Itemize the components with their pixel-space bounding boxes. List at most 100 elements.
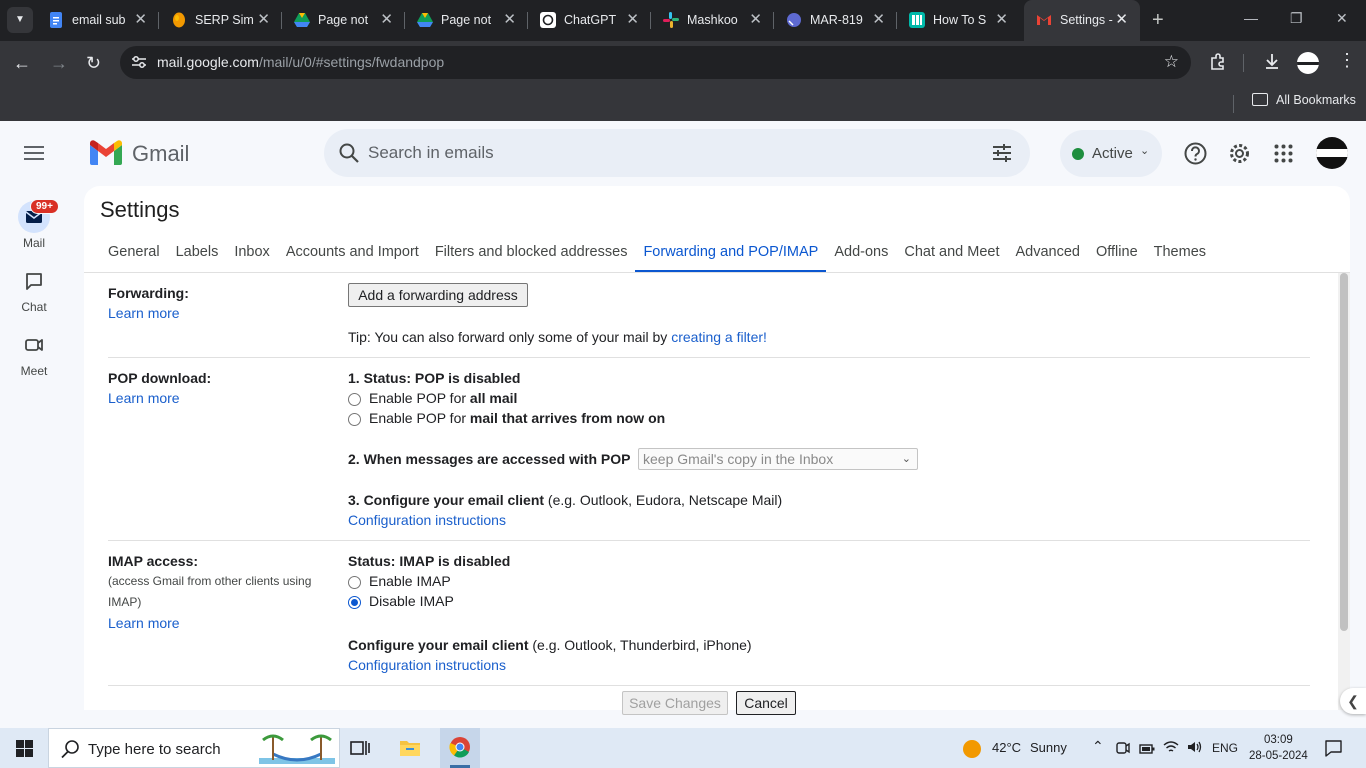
chrome-profile-avatar[interactable] xyxy=(1297,52,1319,74)
task-view-icon[interactable] xyxy=(350,739,370,760)
browser-tab[interactable]: Mashkoo ✕ xyxy=(651,0,774,41)
tab-search-button[interactable]: ▼ xyxy=(7,7,33,33)
browser-tab[interactable]: email sub ✕ xyxy=(36,0,159,41)
volume-icon[interactable] xyxy=(1187,740,1203,757)
input-language[interactable]: ENG xyxy=(1212,741,1238,755)
settings-gear-icon[interactable] xyxy=(1228,142,1251,168)
add-forwarding-address-button[interactable]: Add a forwarding address xyxy=(348,283,528,307)
wifi-icon[interactable] xyxy=(1163,740,1179,757)
browser-tab[interactable]: Page not ✕ xyxy=(405,0,528,41)
browser-tab[interactable]: ChatGPT ✕ xyxy=(528,0,651,41)
browser-tab[interactable]: How To S ✕ xyxy=(897,0,1020,41)
tab-general[interactable]: General xyxy=(100,236,168,272)
close-tab-icon[interactable]: ✕ xyxy=(872,10,885,28)
tab-accounts-and-import[interactable]: Accounts and Import xyxy=(278,236,427,272)
pop-learn-more-link[interactable]: Learn more xyxy=(108,390,180,406)
mail-search-bar[interactable]: Search in emails xyxy=(324,129,1030,177)
system-clock[interactable]: 03:09 28-05-2024 xyxy=(1249,732,1308,764)
minimize-icon[interactable]: — xyxy=(1244,10,1258,26)
browser-tab[interactable]: MAR-819 ✕ xyxy=(774,0,897,41)
tab-inbox[interactable]: Inbox xyxy=(226,236,277,272)
tab-add-ons[interactable]: Add-ons xyxy=(826,236,896,272)
forward-icon[interactable]: → xyxy=(50,53,68,73)
site-settings-icon[interactable] xyxy=(130,54,148,70)
chrome-menu-icon[interactable]: ⋮ xyxy=(1338,50,1356,71)
meet-now-icon[interactable] xyxy=(1116,741,1130,758)
new-tab-button[interactable]: + xyxy=(1152,9,1164,32)
reload-icon[interactable]: ↻ xyxy=(86,53,101,73)
close-tab-icon[interactable]: ✕ xyxy=(380,10,393,28)
enable-imap-radio[interactable] xyxy=(348,576,361,589)
address-bar[interactable]: mail.google.com/mail/u/0/#settings/fwdan… xyxy=(120,46,1191,79)
weather-temperature[interactable]: 42°C xyxy=(992,740,1021,755)
browser-tab[interactable]: SERP Sim ✕ xyxy=(159,0,282,41)
side-panel-toggle-icon[interactable]: ❮ xyxy=(1340,688,1366,714)
pop-access-label: 2. When messages are accessed with POP xyxy=(348,451,631,467)
settings-scrollbar[interactable] xyxy=(1338,273,1350,710)
imap-learn-more-link[interactable]: Learn more xyxy=(108,615,180,631)
extensions-icon[interactable] xyxy=(1209,52,1227,75)
forwarding-tip: Tip: You can also forward only some of y… xyxy=(348,329,767,345)
close-tab-icon[interactable]: ✕ xyxy=(257,10,270,28)
taskbar-search-input[interactable]: Type here to search xyxy=(88,741,221,758)
notifications-icon[interactable] xyxy=(1325,740,1342,760)
google-apps-icon[interactable] xyxy=(1274,144,1293,166)
enable-pop-all-label[interactable]: Enable POP for all mail xyxy=(369,390,517,406)
browser-tab-active[interactable]: Settings - ✕ xyxy=(1024,0,1140,41)
tab-chat-and-meet[interactable]: Chat and Meet xyxy=(896,236,1007,272)
close-tab-icon[interactable]: ✕ xyxy=(749,10,762,28)
pop-download-label: POP download: xyxy=(108,370,212,386)
search-icon[interactable] xyxy=(338,142,360,167)
save-changes-button[interactable]: Save Changes xyxy=(622,691,728,715)
tab-title: email sub xyxy=(72,13,126,27)
close-tab-icon[interactable]: ✕ xyxy=(995,10,1008,28)
window-close-icon[interactable]: ✕ xyxy=(1336,10,1348,27)
all-bookmarks-button[interactable]: All Bookmarks xyxy=(1276,93,1356,107)
main-menu-icon[interactable] xyxy=(24,146,44,160)
windows-start-icon[interactable] xyxy=(16,740,33,757)
pop-configuration-instructions-link[interactable]: Configuration instructions xyxy=(348,512,506,528)
restore-icon[interactable]: ❐ xyxy=(1290,10,1303,27)
pop-action-select[interactable]: keep Gmail's copy in the Inbox ⌄ xyxy=(638,448,918,470)
rail-item-meet[interactable]: Meet xyxy=(0,329,68,378)
rail-item-chat[interactable]: Chat xyxy=(0,265,68,314)
tab-forwarding-pop-imap[interactable]: Forwarding and POP/IMAP xyxy=(635,236,827,273)
tab-filters-and-blocked[interactable]: Filters and blocked addresses xyxy=(427,236,636,272)
disable-imap-label[interactable]: Disable IMAP xyxy=(369,593,454,609)
enable-pop-all-radio[interactable] xyxy=(348,393,361,406)
weather-description[interactable]: Sunny xyxy=(1030,740,1067,755)
help-icon[interactable] xyxy=(1184,142,1207,168)
enable-pop-new-label[interactable]: Enable POP for mail that arrives from no… xyxy=(369,410,665,426)
weather-sun-icon[interactable] xyxy=(962,739,982,762)
close-tab-icon[interactable]: ✕ xyxy=(626,10,639,28)
imap-configuration-instructions-link[interactable]: Configuration instructions xyxy=(348,657,506,673)
tab-advanced[interactable]: Advanced xyxy=(1007,236,1088,272)
account-avatar[interactable] xyxy=(1316,137,1348,169)
cancel-button[interactable]: Cancel xyxy=(736,691,796,715)
file-explorer-icon[interactable] xyxy=(399,738,421,761)
show-hidden-icons-icon[interactable]: ⌃ xyxy=(1092,738,1104,755)
bookmark-star-icon[interactable]: ☆ xyxy=(1164,52,1179,72)
tab-offline[interactable]: Offline xyxy=(1088,236,1146,272)
search-options-icon[interactable] xyxy=(992,143,1012,166)
scroll-thumb[interactable] xyxy=(1340,273,1348,631)
forwarding-learn-more-link[interactable]: Learn more xyxy=(108,305,180,321)
enable-pop-new-radio[interactable] xyxy=(348,413,361,426)
tab-themes[interactable]: Themes xyxy=(1146,236,1214,272)
search-input[interactable]: Search in emails xyxy=(368,143,494,163)
enable-imap-label[interactable]: Enable IMAP xyxy=(369,573,451,589)
gmail-logo[interactable] xyxy=(90,140,122,165)
taskbar-search-box[interactable]: Type here to search xyxy=(48,728,340,768)
status-selector[interactable]: Active ⌄ xyxy=(1060,130,1162,177)
close-tab-icon[interactable]: ✕ xyxy=(1115,10,1128,28)
chrome-taskbar-button[interactable] xyxy=(440,728,480,768)
close-tab-icon[interactable]: ✕ xyxy=(503,10,516,28)
battery-icon[interactable] xyxy=(1139,742,1155,758)
disable-imap-radio[interactable] xyxy=(348,596,361,609)
create-filter-link[interactable]: creating a filter! xyxy=(671,329,767,345)
back-icon[interactable]: ← xyxy=(13,53,31,73)
download-icon[interactable] xyxy=(1263,52,1281,75)
tab-labels[interactable]: Labels xyxy=(168,236,227,272)
browser-tab[interactable]: Page not ✕ xyxy=(282,0,405,41)
close-tab-icon[interactable]: ✕ xyxy=(134,10,147,28)
